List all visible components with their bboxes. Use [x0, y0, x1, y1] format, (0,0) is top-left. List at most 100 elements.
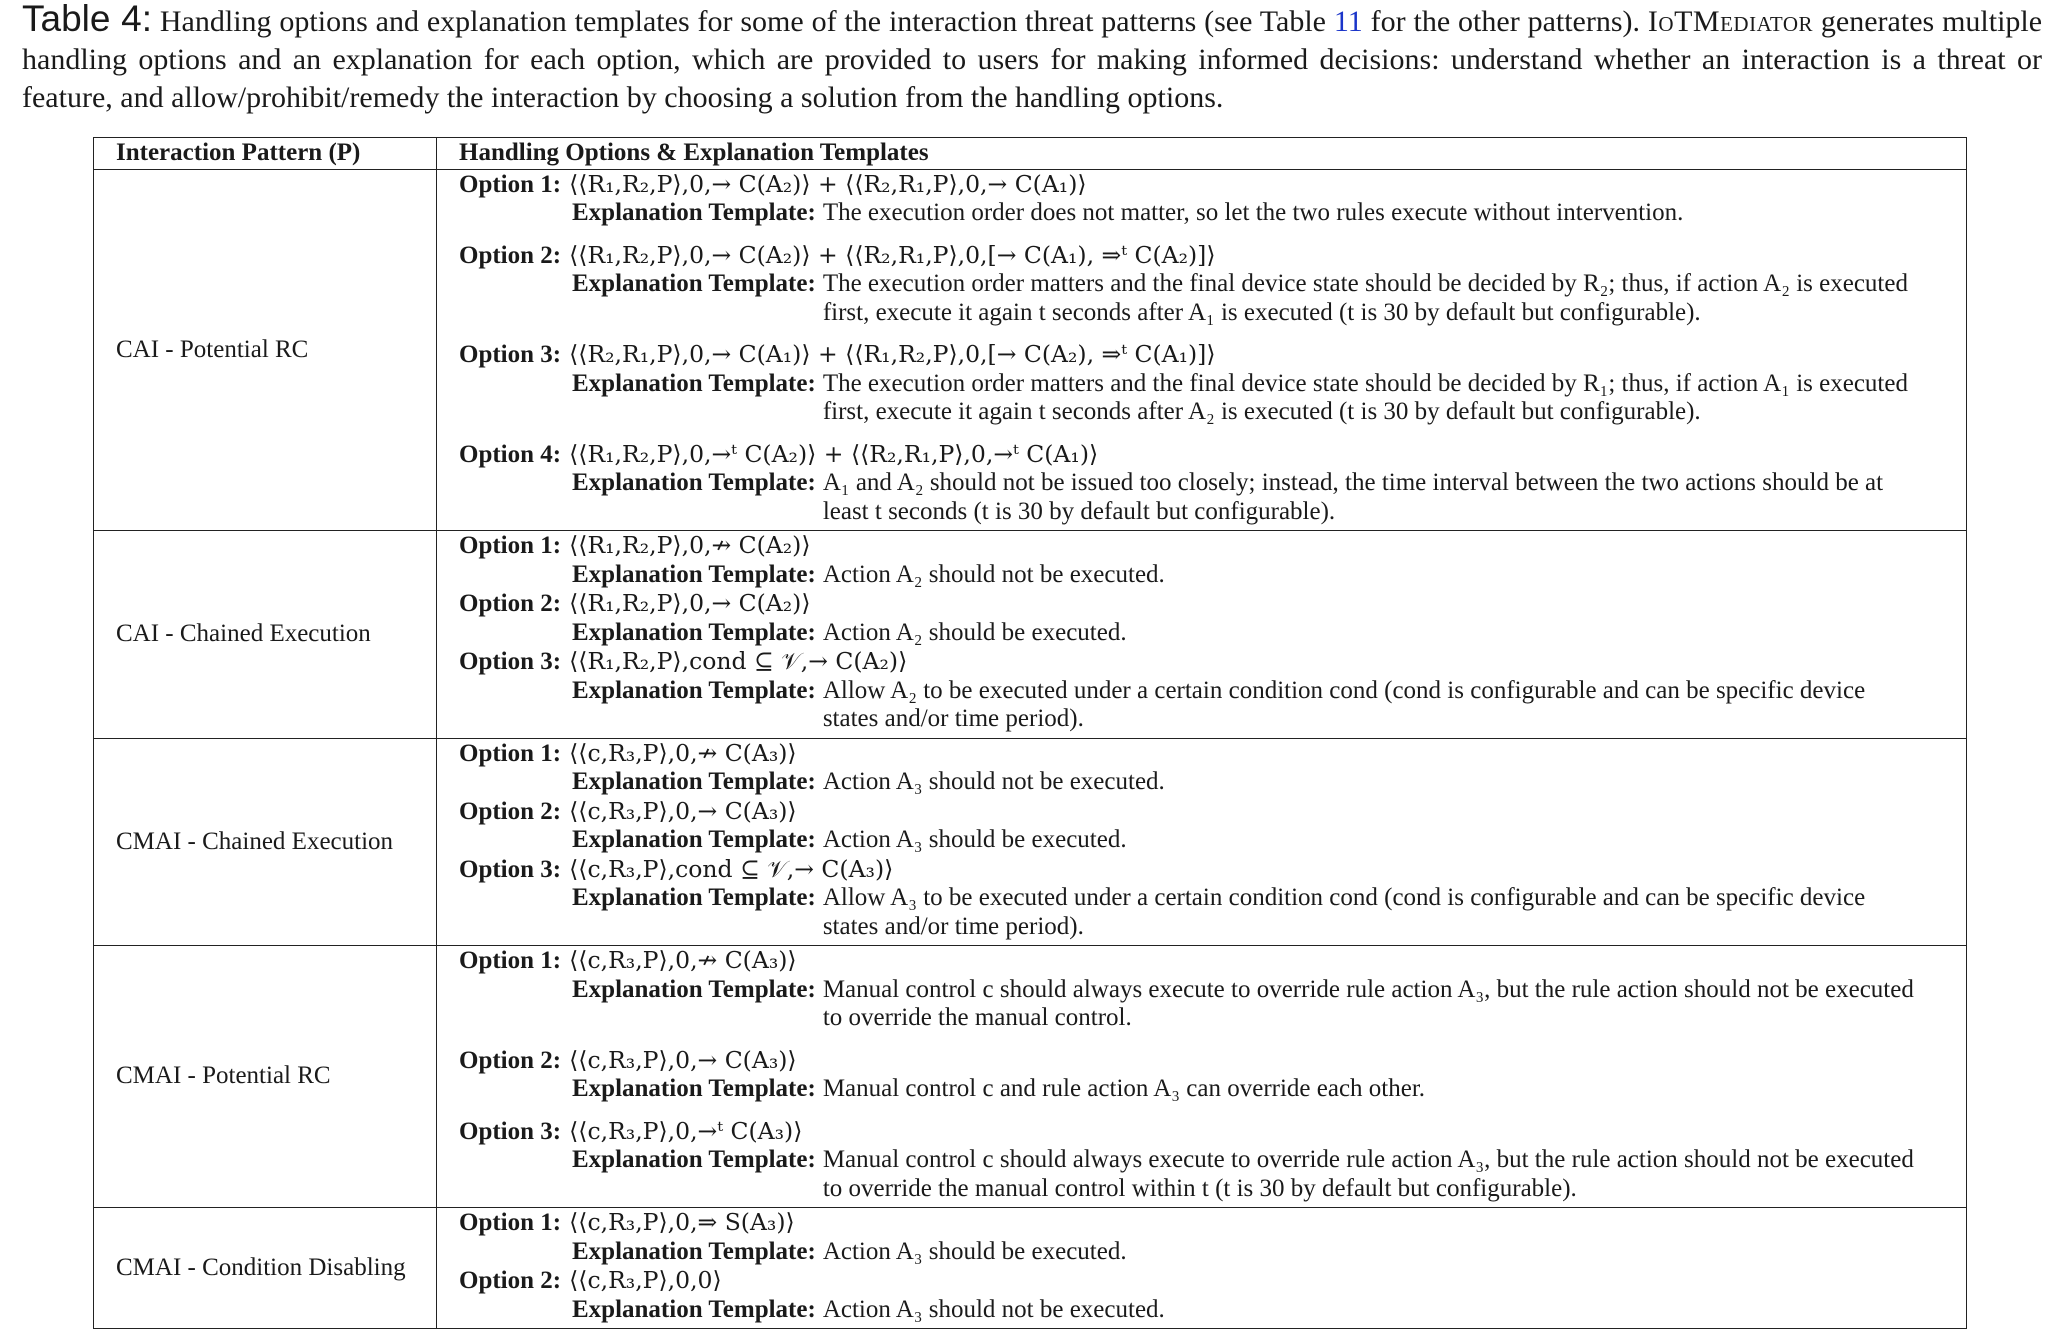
explanation-line: Explanation Template: A₁ and A₂ should no… [572, 469, 1958, 526]
pattern-cell: CMAI - Potential RC [93, 945, 437, 1208]
table-row: CMAI - Condition Disabling Option 1: ⟨⟨c,R… [93, 1207, 1967, 1329]
explanation-text: The execution order matters and the fina… [822, 369, 1908, 426]
table-row: CAI - Chained Execution Option 1: ⟨⟨R₁,R₂,… [93, 530, 1967, 739]
header-options: Handling Options & Explanation Templates [436, 137, 1967, 170]
table-row: CAI - Potential RC Option 1: ⟨⟨R₁,R₂,P⟩,0,… [93, 168, 1967, 531]
pattern-cell: CMAI - Chained Execution [93, 737, 437, 946]
option-line: Option 2: ⟨⟨c,R₃,P⟩,0,0⟩ [459, 1266, 1958, 1296]
explanation-text: The execution order does not matter, so … [822, 199, 1684, 226]
explanation-line: Explanation Template: Action A₂ should be… [572, 619, 1958, 648]
handling-options-table: Interaction Pattern (P) Handling Options… [93, 137, 1967, 1329]
table-reference-link[interactable]: 11 [1334, 5, 1363, 38]
explanation-label: Explanation Template: [572, 1146, 816, 1173]
explanation-text: The execution order matters and the fina… [822, 270, 1908, 326]
pattern-cell: CMAI - Condition Disabling [93, 1207, 437, 1329]
option-formula: ⟨⟨R₁,R₂,P⟩,0,→ᵗ C(A₂)⟩ + ⟨⟨R₂,R₁,P⟩,0,→ᵗ… [569, 439, 1099, 468]
option-formula: ⟨⟨c,R₃,P⟩,0,↛ C(A₃)⟩ [569, 738, 797, 767]
explanation-label: Explanation Template: [572, 369, 816, 397]
explanation-label: Explanation Template: [572, 1237, 816, 1265]
option-line: Option 2: ⟨⟨R₁,R₂,P⟩,0,→ C(A₂)⟩ + ⟨⟨R₂,R₁… [459, 241, 1958, 271]
option-label: Option 2: [459, 1046, 562, 1074]
option-formula: ⟨⟨R₂,R₁,P⟩,0,→ C(A₁)⟩ + ⟨⟨R₁,R₂,P⟩,0,[→ … [569, 340, 1216, 368]
explanation-line: Explanation Template: Action A₃ should be… [572, 1238, 1958, 1267]
option-formula: ⟨⟨c,R₃,P⟩,0,0⟩ [569, 1266, 722, 1294]
options-cell: Option 1: ⟨⟨c,R₃,P⟩,0,↛ C(A₃)⟩ Explanation… [436, 945, 1967, 1208]
explanation-label: Explanation Template: [572, 826, 816, 853]
header-pattern: Interaction Pattern (P) [93, 137, 437, 170]
explanation-text: Action A₂ should not be executed. [822, 560, 1165, 588]
option-label: Option 3: [459, 341, 562, 368]
explanation-line: Explanation Template: Manual control c an… [572, 1075, 1958, 1104]
option-label: Option 2: [459, 241, 562, 269]
explanation-text: Manual control c and rule action A₃ can … [822, 1075, 1426, 1102]
explanation-line: Explanation Template: Allow A₂ to be exec… [572, 677, 1958, 734]
explanation-line: Explanation Template: The execution order… [572, 370, 1958, 427]
caption-text-2: for the other patterns). [1370, 5, 1641, 38]
table-number: Table 4: [22, 0, 152, 39]
option-label: Option 4: [459, 440, 562, 468]
explanation-label: Explanation Template: [572, 884, 816, 911]
option-line: Option 3: ⟨⟨c,R₃,P⟩,cond ⊆ 𝒱,→ C(A₃)⟩ [459, 855, 1958, 885]
option-formula: ⟨⟨c,R₃,P⟩,0,⇒ S(A₃)⟩ [569, 1208, 795, 1236]
option-line: Option 2: ⟨⟨c,R₃,P⟩,0,→ C(A₃)⟩ [459, 797, 1958, 827]
table-caption: Table 4: Handling options and explanatio… [22, 0, 2042, 117]
explanation-label: Explanation Template: [572, 768, 816, 795]
explanation-line: Explanation Template: Allow A₃ to be exec… [572, 884, 1958, 941]
option-label: Option 1: [459, 532, 562, 559]
option-label: Option 1: [459, 170, 562, 198]
option-formula: ⟨⟨c,R₃,P⟩,0,↛ C(A₃)⟩ [569, 946, 797, 974]
option-line: Option 4: ⟨⟨R₁,R₂,P⟩,0,→ᵗ C(A₂)⟩ + ⟨⟨R₂,R… [459, 440, 1958, 470]
explanation-label: Explanation Template: [572, 618, 816, 646]
explanation-line: Explanation Template: Action A₂ should no… [572, 561, 1958, 590]
option-line: Option 2: ⟨⟨R₁,R₂,P⟩,0,→ C(A₂)⟩ [459, 589, 1958, 619]
explanation-line: Explanation Template: Action A₃ should no… [572, 1296, 1958, 1325]
explanation-line: Explanation Template: The execution order… [572, 199, 1958, 228]
explanation-text: Action A₃ should be executed. [822, 826, 1127, 853]
option-label: Option 1: [459, 739, 562, 767]
caption-text-1: Handling options and explanation templat… [159, 5, 1326, 38]
explanation-text: Action A₃ should be executed. [822, 1237, 1127, 1265]
explanation-label: Explanation Template: [572, 975, 816, 1003]
explanation-label: Explanation Template: [572, 676, 816, 704]
option-formula: ⟨⟨c,R₃,P⟩,0,→ C(A₃)⟩ [569, 796, 797, 825]
explanation-text: Action A₃ should not be executed. [822, 1295, 1165, 1323]
explanation-label: Explanation Template: [572, 469, 816, 496]
option-formula: ⟨⟨R₁,R₂,P⟩,cond ⊆ 𝒱,→ C(A₂)⟩ [569, 647, 908, 675]
options-cell: Option 1: ⟨⟨R₁,R₂,P⟩,0,→ C(A₂)⟩ + ⟨⟨R₂,R₁… [436, 168, 1967, 531]
explanation-line: Explanation Template: The execution order… [572, 270, 1958, 327]
option-line: Option 1: ⟨⟨R₁,R₂,P⟩,0,→ C(A₂)⟩ + ⟨⟨R₂,R₁… [459, 170, 1958, 200]
option-line: Option 3: ⟨⟨c,R₃,P⟩,0,→ᵗ C(A₃)⟩ [459, 1117, 1958, 1147]
explanation-text: Allow A₃ to be executed under a certain … [822, 884, 1866, 940]
table-row: CMAI - Chained Execution Option 1: ⟨⟨c,R₃,… [93, 737, 1967, 946]
explanation-label: Explanation Template: [572, 1295, 816, 1323]
pattern-cell: CAI - Chained Execution [93, 530, 437, 739]
option-formula: ⟨⟨R₁,R₂,P⟩,0,→ C(A₂)⟩ + ⟨⟨R₂,R₁,P⟩,0,→ C… [569, 169, 1087, 198]
option-line: Option 1: ⟨⟨R₁,R₂,P⟩,0,↛ C(A₂)⟩ [459, 531, 1958, 561]
option-formula: ⟨⟨c,R₃,P⟩,0,→ C(A₃)⟩ [569, 1045, 797, 1074]
explanation-text: A₁ and A₂ should not be issued too close… [822, 469, 1884, 525]
options-cell: Option 1: ⟨⟨R₁,R₂,P⟩,0,↛ C(A₂)⟩ Explanatio… [436, 530, 1967, 739]
option-label: Option 2: [459, 590, 562, 617]
option-line: Option 1: ⟨⟨c,R₃,P⟩,0,↛ C(A₃)⟩ [459, 946, 1958, 976]
option-label: Option 2: [459, 1267, 562, 1294]
explanation-label: Explanation Template: [572, 199, 816, 226]
explanation-line: Explanation Template: Manual control c sh… [572, 976, 1958, 1033]
table-row: CMAI - Potential RC Option 1: ⟨⟨c,R₃,P⟩,0,… [93, 945, 1967, 1208]
option-label: Option 3: [459, 1117, 562, 1145]
option-line: Option 1: ⟨⟨c,R₃,P⟩,0,↛ C(A₃)⟩ [459, 739, 1958, 769]
explanation-label: Explanation Template: [572, 560, 816, 588]
explanation-label: Explanation Template: [572, 270, 816, 297]
explanation-text: Allow A₂ to be executed under a certain … [822, 676, 1866, 733]
option-line: Option 3: ⟨⟨R₁,R₂,P⟩,cond ⊆ 𝒱,→ C(A₂)⟩ [459, 647, 1958, 677]
explanation-text: Manual control c should always execute t… [822, 1146, 1914, 1202]
option-label: Option 3: [459, 855, 562, 883]
option-label: Option 1: [459, 947, 562, 974]
option-line: Option 2: ⟨⟨c,R₃,P⟩,0,→ C(A₃)⟩ [459, 1046, 1958, 1076]
option-formula: ⟨⟨R₁,R₂,P⟩,0,↛ C(A₂)⟩ [569, 531, 811, 559]
option-line: Option 1: ⟨⟨c,R₃,P⟩,0,⇒ S(A₃)⟩ [459, 1208, 1958, 1238]
option-formula: ⟨⟨R₁,R₂,P⟩,0,→ C(A₂)⟩ + ⟨⟨R₂,R₁,P⟩,0,[→ … [569, 240, 1216, 269]
explanation-text: Manual control c should always execute t… [822, 975, 1914, 1032]
option-line: Option 3: ⟨⟨R₂,R₁,P⟩,0,→ C(A₁)⟩ + ⟨⟨R₁,R₂… [459, 340, 1958, 370]
options-cell: Option 1: ⟨⟨c,R₃,P⟩,0,⇒ S(A₃)⟩ Explanation… [436, 1207, 1967, 1329]
option-formula: ⟨⟨R₁,R₂,P⟩,0,→ C(A₂)⟩ [569, 589, 811, 617]
